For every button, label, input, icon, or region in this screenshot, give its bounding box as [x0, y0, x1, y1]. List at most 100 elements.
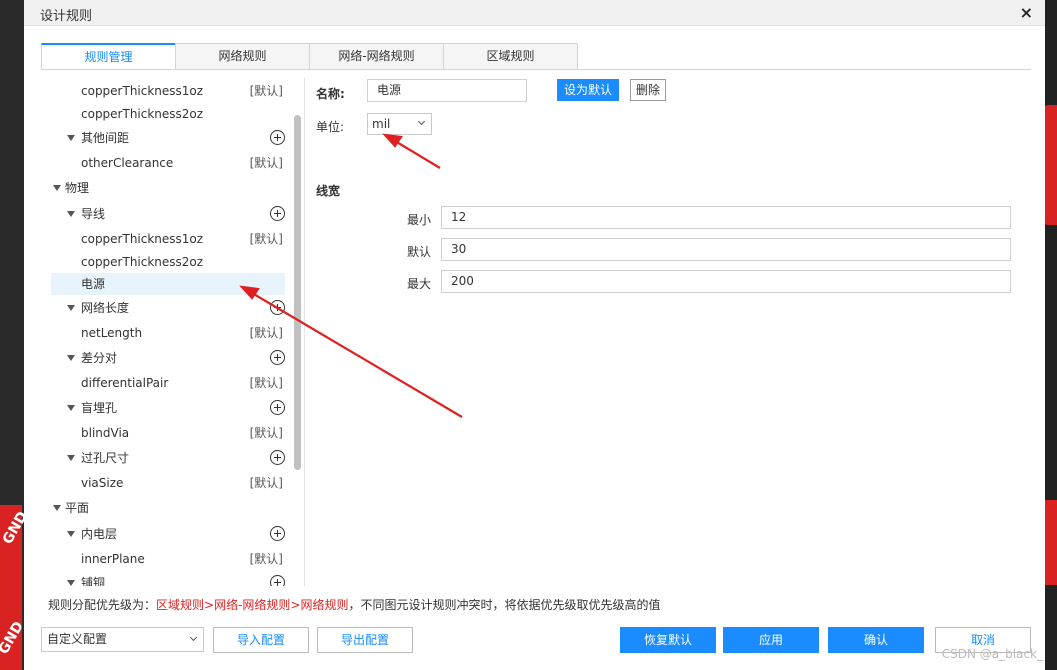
- tree-group-blind-via[interactable]: 盲埋孔: [51, 397, 285, 419]
- tree-group-copper-pour[interactable]: 铺铜: [51, 572, 285, 586]
- tree-item-label: copperThickness1oz: [81, 232, 204, 246]
- default-tag: [默认]: [249, 156, 283, 170]
- expand-triangle-icon[interactable]: [53, 185, 61, 191]
- priority-prefix: 规则分配优先级为：: [48, 598, 157, 612]
- tree-item[interactable]: otherClearance [默认]: [51, 152, 285, 174]
- design-rules-dialog: 设计规则 × 规则管理 网络规则 网络-网络规则 区域规则 copperThic…: [24, 0, 1045, 670]
- min-label: 最小: [407, 213, 432, 227]
- tree-group-differential-pair[interactable]: 差分对: [51, 347, 285, 369]
- priority-chain: 区域规则>网络-网络规则>网络规则: [156, 598, 349, 612]
- restore-default-button[interactable]: 恢复默认: [620, 627, 716, 653]
- add-rule-icon[interactable]: [270, 575, 285, 586]
- rule-tabs: 规则管理 网络规则 网络-网络规则 区域规则: [41, 43, 578, 69]
- tree-item-label: viaSize: [81, 476, 124, 490]
- close-icon[interactable]: ×: [1020, 3, 1033, 22]
- tree-item[interactable]: innerPlane [默认]: [51, 548, 285, 570]
- name-input[interactable]: 电源: [367, 79, 527, 102]
- tree-item-label: copperThickness2oz: [81, 107, 204, 121]
- expand-triangle-icon[interactable]: [53, 505, 61, 511]
- tree-group-net-length[interactable]: 网络长度: [51, 297, 285, 319]
- tree-group-label: 其他间距: [81, 131, 130, 145]
- export-config-button[interactable]: 导出配置: [317, 627, 413, 653]
- tree-item[interactable]: differentialPair [默认]: [51, 372, 285, 394]
- tree-item[interactable]: copperThickness2oz: [51, 251, 285, 273]
- expand-triangle-icon[interactable]: [67, 211, 75, 217]
- tab-net-net-rules[interactable]: 网络-网络规则: [309, 43, 444, 69]
- add-rule-icon[interactable]: [270, 350, 285, 365]
- add-rule-icon[interactable]: [270, 206, 285, 221]
- tree-item[interactable]: copperThickness1oz [默认]: [51, 228, 285, 250]
- chevron-down-icon: [189, 633, 198, 642]
- tree-item[interactable]: copperThickness1oz [默认]: [51, 80, 285, 102]
- tree-category-physical[interactable]: 物理: [51, 177, 285, 199]
- add-rule-icon[interactable]: [270, 450, 285, 465]
- priority-note: 规则分配优先级为：区域规则>网络-网络规则>网络规则，不同图元设计规则冲突时，将…: [48, 596, 660, 613]
- add-rule-icon[interactable]: [270, 130, 285, 145]
- tab-rule-management[interactable]: 规则管理: [41, 43, 176, 69]
- tree-item[interactable]: netLength [默认]: [51, 322, 285, 344]
- dialog-titlebar: 设计规则 ×: [24, 0, 1045, 26]
- tree-group-label: 过孔尺寸: [81, 451, 130, 465]
- tree-item-label: differentialPair: [81, 376, 169, 390]
- tree-group-label: 盲埋孔: [81, 401, 118, 415]
- expand-triangle-icon[interactable]: [67, 305, 75, 311]
- unit-select-value: mil: [372, 117, 391, 131]
- add-rule-icon[interactable]: [270, 300, 285, 315]
- max-label: 最大: [407, 277, 432, 291]
- tree-item-power-selected[interactable]: 电源: [51, 273, 285, 295]
- unit-select[interactable]: mil: [367, 113, 432, 135]
- config-select-value: 自定义配置: [47, 632, 108, 646]
- tree-item-label: blindVia: [81, 426, 130, 440]
- confirm-button[interactable]: 确认: [828, 627, 924, 653]
- section-title-track-width: 线宽: [316, 184, 341, 198]
- default-tag: [默认]: [249, 552, 283, 566]
- tree-item[interactable]: copperThickness2oz: [51, 103, 285, 125]
- tree-item-label: netLength: [81, 326, 143, 340]
- expand-triangle-icon[interactable]: [67, 531, 75, 537]
- default-width-input[interactable]: 30: [441, 238, 1011, 261]
- panel-divider: [304, 78, 305, 586]
- unit-label: 单位:: [316, 120, 345, 134]
- expand-triangle-icon[interactable]: [67, 355, 75, 361]
- priority-suffix: ，不同图元设计规则冲突时，将依据优先级取优先级高的值: [348, 598, 661, 612]
- tree-category-plane[interactable]: 平面: [51, 497, 285, 519]
- expand-triangle-icon[interactable]: [67, 455, 75, 461]
- dialog-title: 设计规则: [40, 9, 93, 24]
- tree-item-label: 电源: [81, 277, 106, 291]
- rule-tree: copperThickness1oz [默认] copperThickness2…: [51, 78, 285, 586]
- tree-scrollbar[interactable]: [294, 115, 301, 470]
- add-rule-icon[interactable]: [270, 526, 285, 541]
- expand-triangle-icon[interactable]: [67, 580, 75, 586]
- apply-button[interactable]: 应用: [723, 627, 819, 653]
- add-rule-icon[interactable]: [270, 400, 285, 415]
- tree-group-track[interactable]: 导线: [51, 203, 285, 225]
- tree-item[interactable]: blindVia [默认]: [51, 422, 285, 444]
- default-tag: [默认]: [249, 476, 283, 490]
- tree-category-label: 平面: [65, 501, 90, 515]
- expand-triangle-icon[interactable]: [67, 405, 75, 411]
- tree-item[interactable]: viaSize [默认]: [51, 472, 285, 494]
- default-tag: [默认]: [249, 426, 283, 440]
- tree-group-via-size[interactable]: 过孔尺寸: [51, 447, 285, 469]
- import-config-button[interactable]: 导入配置: [213, 627, 309, 653]
- tab-region-rules[interactable]: 区域规则: [443, 43, 578, 69]
- set-default-button[interactable]: 设为默认: [557, 79, 619, 101]
- tab-net-rules[interactable]: 网络规则: [175, 43, 310, 69]
- tree-item-label: copperThickness1oz: [81, 84, 204, 98]
- tree-group-label: 差分对: [81, 351, 118, 365]
- background-red-pad: [1043, 500, 1057, 585]
- min-width-input[interactable]: 12: [441, 206, 1011, 229]
- tree-category-label: 物理: [65, 181, 90, 195]
- config-select[interactable]: 自定义配置: [41, 627, 204, 652]
- default-label: 默认: [407, 245, 432, 259]
- max-width-input[interactable]: 200: [441, 270, 1011, 293]
- default-tag: [默认]: [249, 376, 283, 390]
- expand-triangle-icon[interactable]: [67, 135, 75, 141]
- tree-group-inner-plane[interactable]: 内电层: [51, 523, 285, 545]
- chevron-down-icon: [417, 117, 426, 126]
- default-tag: [默认]: [249, 326, 283, 340]
- delete-button[interactable]: 删除: [630, 79, 666, 101]
- tree-item-label: otherClearance: [81, 156, 174, 170]
- tree-group-label: 网络长度: [81, 301, 130, 315]
- tree-group-other-clearance[interactable]: 其他间距: [51, 127, 285, 149]
